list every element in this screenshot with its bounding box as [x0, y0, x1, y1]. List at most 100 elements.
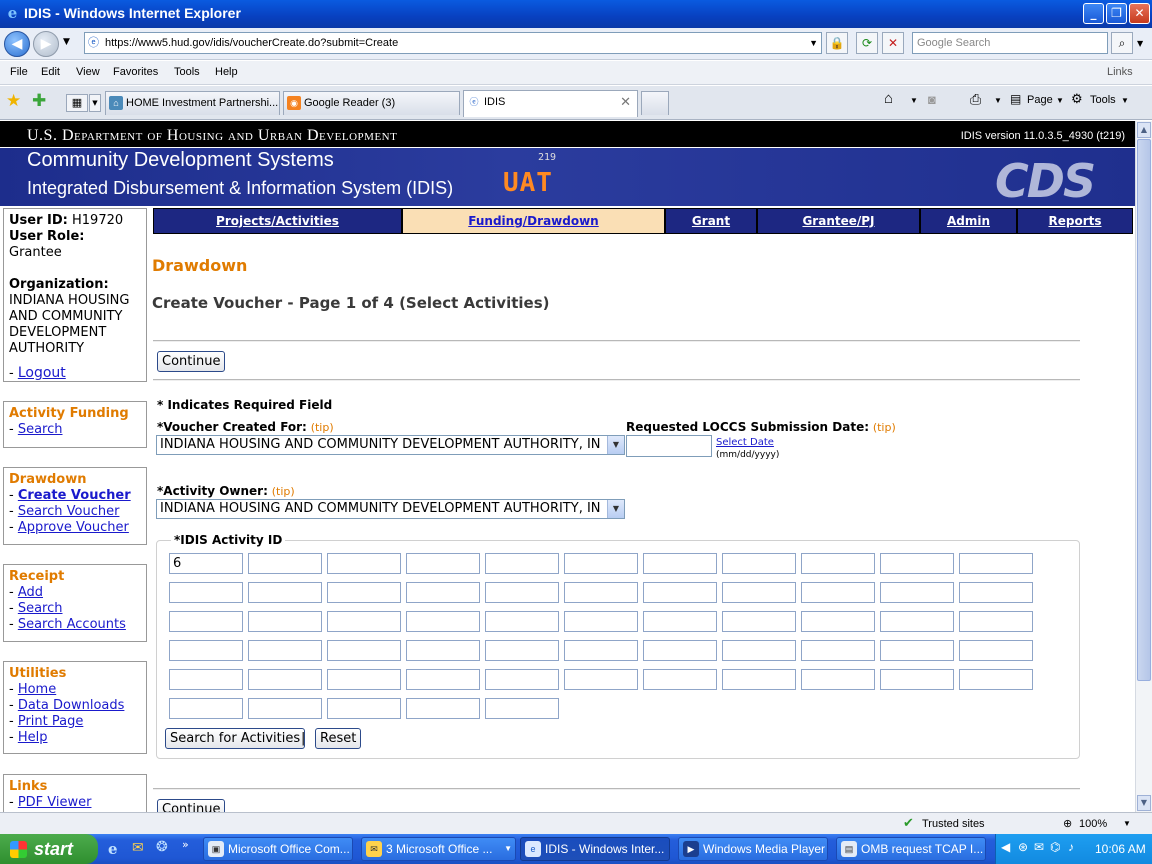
activity-id-input[interactable] — [485, 611, 559, 632]
activity-id-input[interactable] — [722, 611, 796, 632]
activity-id-input[interactable] — [248, 669, 322, 690]
menu-help[interactable]: Help — [215, 66, 238, 78]
activity-id-input[interactable] — [327, 611, 401, 632]
quicklaunch-mail-icon[interactable]: ✉ — [132, 840, 144, 856]
activity-id-input[interactable] — [801, 582, 875, 603]
sidebar-link-pdf-viewer[interactable]: PDF Viewer — [18, 795, 92, 810]
security-zone[interactable]: Trusted sites — [922, 818, 985, 830]
sidebar-link-af-search[interactable]: Search — [18, 422, 63, 437]
search-input[interactable]: Google Search — [912, 32, 1108, 54]
menu-tools[interactable]: Tools — [174, 66, 200, 78]
activity-id-input[interactable] — [722, 582, 796, 603]
page-dropdown-icon[interactable]: ▼ — [1056, 96, 1064, 105]
taskbar-item-office-com[interactable]: ▣ Microsoft Office Com... — [203, 837, 353, 861]
activity-id-input[interactable] — [880, 553, 954, 574]
add-favorite-icon[interactable]: ✚ — [32, 91, 46, 111]
activity-owner-select[interactable]: INDIANA HOUSING AND COMMUNITY DEVELOPMEN… — [156, 499, 625, 519]
tab-list-dropdown-icon[interactable]: ▼ — [89, 94, 101, 112]
activity-id-input[interactable] — [327, 669, 401, 690]
tray-volume-icon[interactable]: ♪ — [1068, 840, 1074, 854]
activity-id-input[interactable] — [722, 640, 796, 661]
activity-id-input[interactable] — [643, 640, 717, 661]
sidebar-link-create-voucher[interactable]: Create Voucher — [18, 488, 131, 503]
sidebar-link-approve-voucher[interactable]: Approve Voucher — [18, 520, 129, 535]
activity-id-input[interactable] — [959, 582, 1033, 603]
activity-id-input[interactable] — [564, 582, 638, 603]
activity-id-input[interactable] — [880, 611, 954, 632]
select-date-link[interactable]: Select Date — [716, 437, 774, 448]
activity-id-input[interactable] — [169, 582, 243, 603]
activity-id-input[interactable] — [248, 640, 322, 661]
stop-icon[interactable]: ✕ — [882, 32, 904, 54]
owner-tip[interactable]: (tip) — [272, 485, 295, 498]
sidebar-link-receipt-add[interactable]: Add — [18, 585, 43, 600]
new-tab-button[interactable] — [641, 91, 669, 115]
search-options-icon[interactable]: ▼ — [1137, 39, 1143, 48]
activity-id-input[interactable] — [643, 553, 717, 574]
menu-edit[interactable]: Edit — [41, 66, 60, 78]
activity-id-input[interactable] — [722, 669, 796, 690]
taskbar-item-idis[interactable]: e IDIS - Windows Inter... — [520, 837, 670, 861]
taskbar-item-omb-request[interactable]: ▤ OMB request TCAP I... — [836, 837, 986, 861]
clock[interactable]: 10:06 AM — [1095, 842, 1146, 856]
activity-id-input[interactable] — [564, 553, 638, 574]
tray-app-icon[interactable]: ⊛ — [1018, 840, 1028, 854]
home-icon[interactable]: ⌂ — [884, 90, 893, 107]
tab-idis[interactable]: ⓔ IDIS ✕ — [463, 90, 638, 117]
quicklaunch-ie-icon[interactable]: e — [108, 840, 118, 858]
nav-reports[interactable]: Reports — [1017, 208, 1133, 234]
forward-button[interactable]: ▶ — [33, 31, 59, 57]
activity-id-input[interactable] — [169, 669, 243, 690]
quicklaunch-more-icon[interactable]: » — [182, 838, 189, 851]
scroll-up-icon[interactable]: ▲ — [1137, 122, 1151, 138]
activity-id-input[interactable] — [643, 611, 717, 632]
activity-id-input[interactable] — [959, 669, 1033, 690]
nav-funding-drawdown[interactable]: Funding/Drawdown — [402, 208, 665, 234]
voucher-for-select[interactable]: INDIANA HOUSING AND COMMUNITY DEVELOPMEN… — [156, 435, 625, 455]
activity-id-input[interactable] — [959, 611, 1033, 632]
home-dropdown-icon[interactable]: ▼ — [910, 96, 918, 105]
tray-expand-icon[interactable]: ◀ — [1001, 840, 1010, 854]
activity-id-input[interactable] — [959, 553, 1033, 574]
refresh-icon[interactable]: ⟳ — [856, 32, 878, 54]
nav-admin[interactable]: Admin — [920, 208, 1017, 234]
lock-icon[interactable]: 🔒 — [826, 32, 848, 54]
feeds-icon[interactable]: ◙ — [928, 92, 936, 107]
page-menu[interactable]: Page — [1027, 94, 1053, 106]
close-tab-icon[interactable]: ✕ — [620, 91, 631, 113]
chevron-down-icon[interactable]: ▼ — [607, 500, 624, 518]
activity-id-input[interactable] — [327, 582, 401, 603]
sidebar-link-search-voucher[interactable]: Search Voucher — [18, 504, 120, 519]
activity-id-input[interactable] — [406, 553, 480, 574]
maximize-button[interactable]: ❐ — [1106, 3, 1127, 24]
sidebar-link-help[interactable]: Help — [18, 730, 48, 745]
activity-id-input[interactable] — [327, 640, 401, 661]
activity-id-input[interactable] — [564, 611, 638, 632]
taskbar-item-media-player[interactable]: ▶ Windows Media Player — [678, 837, 828, 861]
quicklaunch-app-icon[interactable]: ❂ — [156, 839, 168, 855]
loccs-date-input[interactable] — [626, 435, 712, 457]
menu-file[interactable]: File — [10, 66, 28, 78]
tab-google-reader[interactable]: ◉ Google Reader (3) — [283, 91, 460, 115]
sidebar-link-receipt-search[interactable]: Search — [18, 601, 63, 616]
links-toolbar[interactable]: Links — [1107, 66, 1133, 78]
activity-id-input[interactable] — [485, 698, 559, 719]
activity-id-input[interactable] — [248, 698, 322, 719]
continue-button-bottom[interactable]: Continue — [157, 799, 226, 812]
activity-id-input[interactable] — [801, 611, 875, 632]
tray-network-icon[interactable]: ⌬ — [1050, 840, 1060, 854]
activity-id-input[interactable] — [880, 669, 954, 690]
activity-id-input[interactable] — [406, 640, 480, 661]
sidebar-link-print-page[interactable]: Print Page — [18, 714, 84, 729]
zoom-level[interactable]: 100% — [1079, 818, 1107, 830]
activity-id-input[interactable] — [801, 669, 875, 690]
tab-home-investment[interactable]: ⌂ HOME Investment Partnershi... — [105, 91, 280, 115]
minimize-button[interactable]: _ — [1083, 3, 1104, 24]
activity-id-input[interactable] — [485, 669, 559, 690]
voucher-for-tip[interactable]: (tip) — [311, 421, 334, 434]
activity-id-input[interactable] — [801, 553, 875, 574]
activity-id-input[interactable] — [643, 582, 717, 603]
vertical-scrollbar[interactable]: ▲ ▼ — [1135, 121, 1152, 812]
activity-id-input[interactable] — [643, 669, 717, 690]
logout-link[interactable]: Logout — [18, 365, 66, 381]
